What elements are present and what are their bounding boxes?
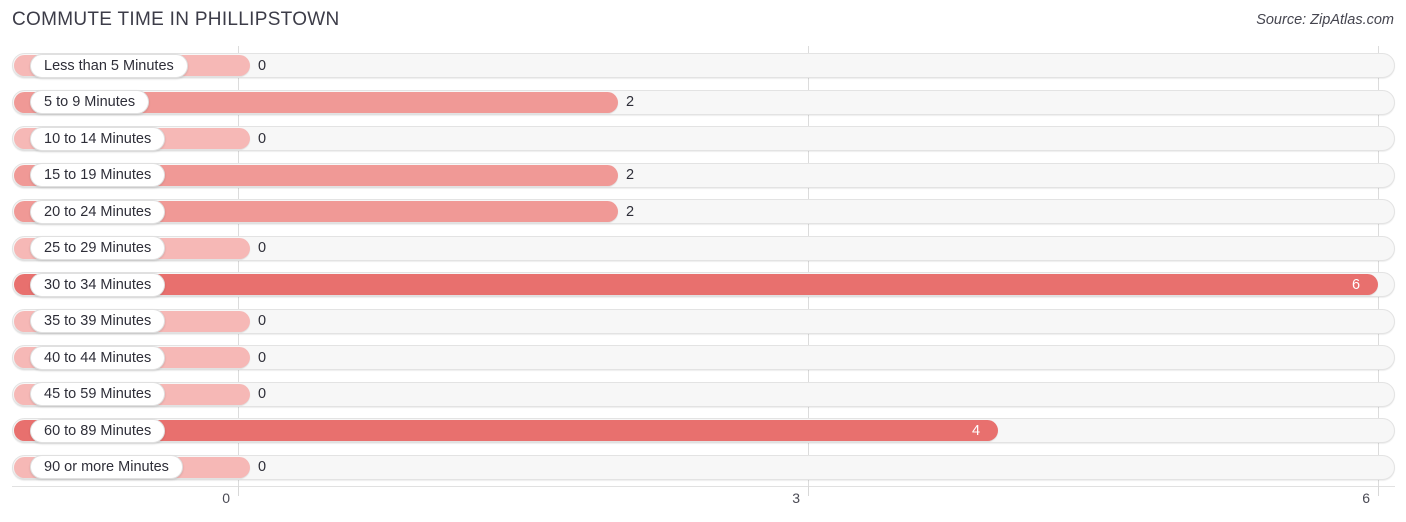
category-label-text: 60 to 89 Minutes (44, 422, 152, 439)
category-label: 35 to 39 Minutes (30, 309, 166, 333)
page-title: COMMUTE TIME IN PHILLIPSTOWN (12, 9, 340, 30)
bar-value-label: 0 (258, 313, 267, 329)
x-axis: 0 3 6 (0, 486, 1406, 522)
bar-value-label: 0 (258, 459, 267, 475)
bar-row[interactable]: Less than 5 Minutes 0 (0, 50, 1406, 80)
bar-value-label: 0 (258, 57, 267, 74)
plot-area: Less than 5 Minutes 0 5 to 9 Minutes 2 10 to… (0, 46, 1406, 486)
bar[interactable] (14, 274, 1378, 295)
axis-line (12, 486, 1395, 487)
bar-row[interactable]: 15 to 19 Minutes 2 (0, 160, 1406, 190)
axis-tick-mark (238, 486, 239, 496)
axis-tick-label: 6 (1362, 490, 1370, 506)
category-label-text: 15 to 19 Minutes (44, 167, 152, 183)
axis-tick-label: 3 (792, 490, 800, 506)
category-label: 25 to 29 Minutes (30, 236, 166, 260)
category-label: 45 to 59 Minutes (30, 382, 166, 406)
category-label-text: Less than 5 Minutes (44, 57, 174, 74)
category-label-text: 20 to 24 Minutes (44, 203, 152, 220)
bar-row[interactable]: 90 or more Minutes 0 (0, 452, 1406, 482)
bar-value-label: 2 (626, 167, 635, 183)
category-label: 30 to 34 Minutes (30, 272, 166, 297)
category-label: 40 to 44 Minutes (30, 345, 166, 370)
category-label: 90 or more Minutes (30, 455, 183, 479)
category-label-text: 40 to 44 Minutes (44, 349, 152, 366)
category-label: 5 to 9 Minutes (30, 90, 150, 114)
axis-tick-mark (1378, 486, 1379, 496)
category-label-text: 10 to 14 Minutes (44, 130, 152, 147)
category-label-text: 30 to 34 Minutes (44, 276, 152, 293)
bar-value-label: 2 (626, 203, 635, 220)
category-label: 15 to 19 Minutes (30, 163, 166, 187)
category-label-text: 45 to 59 Minutes (44, 386, 152, 402)
chart-canvas: COMMUTE TIME IN PHILLIPSTOWN Source: Zip… (0, 0, 1406, 522)
bar-value-label: 0 (258, 130, 267, 147)
axis-tick-mark (808, 486, 809, 496)
axis-tick-label: 0 (222, 490, 230, 506)
category-label-text: 90 or more Minutes (44, 459, 169, 475)
bar-row[interactable]: 10 to 14 Minutes 0 (0, 123, 1406, 153)
category-label-text: 5 to 9 Minutes (44, 94, 136, 110)
bar-value-label: 0 (258, 349, 267, 366)
bar-row[interactable]: 25 to 29 Minutes 0 (0, 233, 1406, 263)
category-label-text: 25 to 29 Minutes (44, 240, 152, 256)
bar-value-label: 0 (258, 386, 267, 402)
bar-row[interactable]: 45 to 59 Minutes 0 (0, 379, 1406, 409)
category-label: 10 to 14 Minutes (30, 126, 166, 151)
category-label: Less than 5 Minutes (30, 53, 188, 78)
bar-value-label: 2 (626, 94, 635, 110)
bar-row[interactable]: 35 to 39 Minutes 0 (0, 306, 1406, 336)
bar-row[interactable]: 5 to 9 Minutes 2 (0, 87, 1406, 117)
bar-row[interactable]: 30 to 34 Minutes 6 (0, 269, 1406, 299)
bar-row[interactable]: 40 to 44 Minutes 0 (0, 342, 1406, 372)
bar-row[interactable]: 60 to 89 Minutes 4 (0, 415, 1406, 445)
bar-value-label: 6 (1352, 276, 1361, 293)
source-attribution: Source: ZipAtlas.com (1256, 12, 1394, 28)
category-label: 60 to 89 Minutes (30, 418, 166, 443)
bar-row[interactable]: 20 to 24 Minutes 2 (0, 196, 1406, 226)
category-label: 20 to 24 Minutes (30, 199, 166, 224)
category-label-text: 35 to 39 Minutes (44, 313, 152, 329)
bar-value-label: 0 (258, 240, 267, 256)
bar-value-label: 4 (972, 422, 981, 439)
